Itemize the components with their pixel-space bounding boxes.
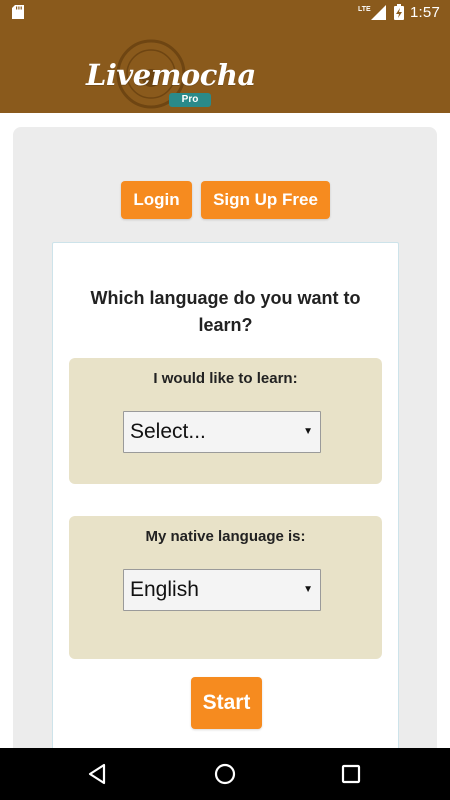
native-language-value: English — [130, 578, 199, 601]
learn-language-value: Select... — [130, 420, 206, 443]
navigation-bar — [0, 748, 450, 800]
dropdown-arrow-icon: ▼ — [303, 426, 313, 437]
signup-button[interactable]: Sign Up Free — [201, 181, 330, 219]
app-header: LTE 1:57 Livemocha Pro — [0, 0, 450, 113]
learn-language-label: I would like to learn: — [153, 370, 298, 387]
sd-card-icon — [12, 5, 24, 19]
network-type-label: LTE — [358, 6, 371, 13]
native-language-label: My native language is: — [145, 528, 306, 545]
form-question: Which language do you want to learn? — [90, 288, 361, 335]
login-button[interactable]: Login — [121, 181, 192, 219]
language-form: Which language do you want to learn? I w… — [52, 242, 399, 762]
screen: LTE 1:57 Livemocha Pro Login Sign Up Fre… — [0, 0, 450, 800]
back-icon[interactable] — [84, 760, 112, 788]
native-language-section: My native language is: English ▼ — [69, 516, 382, 659]
start-button[interactable]: Start — [191, 677, 262, 729]
native-language-select[interactable]: English ▼ — [123, 569, 321, 611]
battery-charging-icon — [394, 4, 404, 20]
home-icon[interactable] — [211, 760, 239, 788]
clock: 1:57 — [410, 3, 440, 21]
status-bar: LTE 1:57 — [0, 0, 450, 24]
status-indicators: LTE 1:57 — [358, 3, 440, 21]
learn-language-section: I would like to learn: Select... ▼ — [69, 358, 382, 484]
lte-signal-icon: LTE — [358, 5, 386, 20]
logo-wordmark: Livemocha — [86, 58, 256, 92]
recent-apps-icon[interactable] — [337, 760, 365, 788]
learn-language-select[interactable]: Select... ▼ — [123, 411, 321, 453]
dropdown-arrow-icon: ▼ — [303, 584, 313, 595]
livemocha-logo: Livemocha Pro — [86, 36, 256, 110]
pro-badge: Pro — [169, 93, 211, 107]
